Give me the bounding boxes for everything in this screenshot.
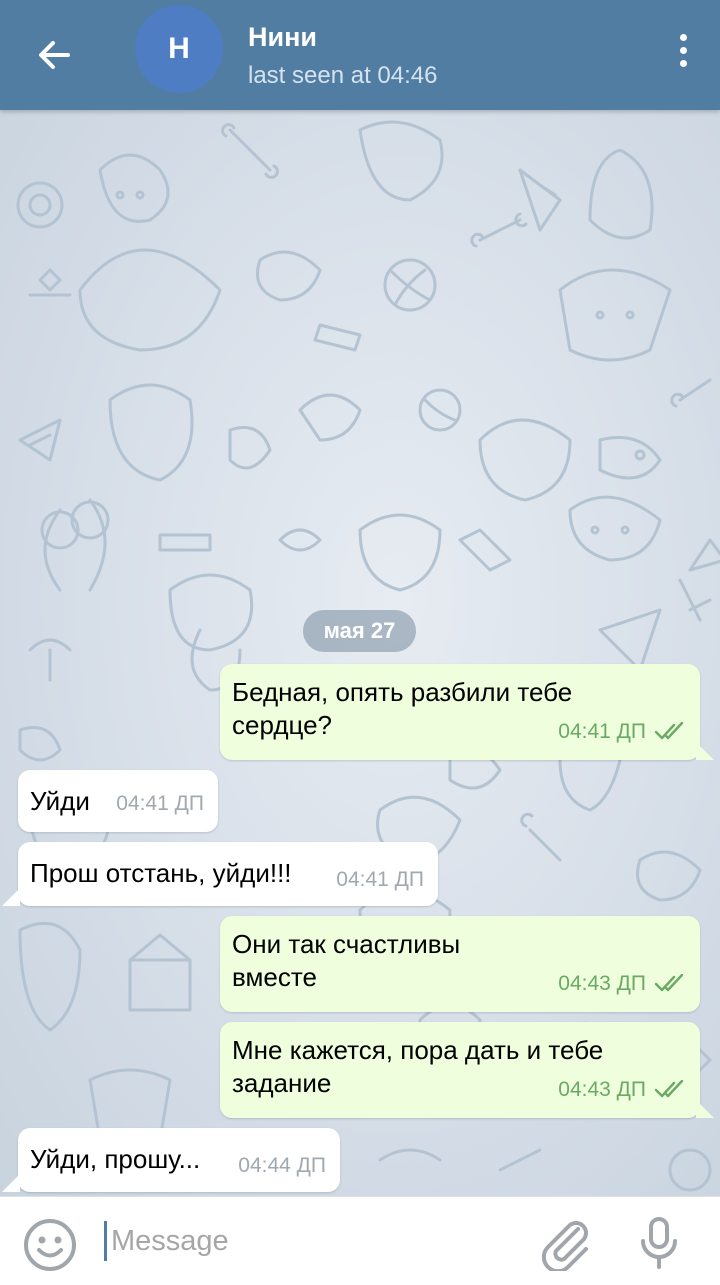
bubble-tail bbox=[2, 1174, 20, 1192]
double-check-icon bbox=[654, 973, 684, 991]
back-button[interactable] bbox=[24, 25, 84, 85]
message-meta: 04:41 ДП bbox=[558, 715, 686, 748]
message-time: 04:43 ДП bbox=[558, 972, 646, 995]
message-time: 04:41 ДП bbox=[116, 792, 204, 815]
message-time: 04:41 ДП bbox=[558, 720, 646, 743]
double-check-icon bbox=[654, 721, 684, 739]
bubble-tail bbox=[696, 742, 714, 760]
message-time: 04:41 ДП bbox=[336, 868, 424, 891]
date-separator: мая 27 bbox=[303, 610, 416, 652]
emoji-button[interactable] bbox=[22, 1217, 78, 1278]
contact-name[interactable]: Нини bbox=[248, 22, 317, 53]
message-text: Уйди bbox=[30, 786, 90, 816]
attach-button[interactable] bbox=[538, 1215, 594, 1276]
more-vertical-icon bbox=[679, 33, 687, 41]
incoming-message[interactable]: Уйди 04:41 ДП bbox=[18, 770, 218, 832]
bubble-tail bbox=[696, 1100, 714, 1118]
message-meta: 04:43 ДП bbox=[558, 967, 686, 1000]
message-input[interactable] bbox=[104, 1221, 511, 1261]
voice-message-button[interactable] bbox=[636, 1215, 682, 1276]
arrow-left-icon bbox=[39, 41, 70, 69]
message-time: 04:43 ДП bbox=[558, 1078, 646, 1101]
paperclip-icon bbox=[541, 1221, 588, 1274]
message-text: Бедная, опять разбили тебе сердце? bbox=[232, 677, 573, 740]
message-time: 04:44 ДП bbox=[238, 1154, 326, 1177]
outgoing-message[interactable]: Бедная, опять разбили тебе сердце? 04:41… bbox=[220, 664, 700, 760]
message-input-bar bbox=[0, 1196, 720, 1285]
outgoing-message[interactable]: Они так счастливы вместе 04:43 ДП bbox=[220, 916, 700, 1012]
incoming-message[interactable]: Уйди, прошу... 04:44 ДП bbox=[18, 1128, 340, 1192]
message-meta: 04:41 ДП bbox=[116, 787, 204, 820]
message-text: Уйди, прошу... bbox=[30, 1144, 201, 1174]
last-seen-status: last seen at 04:46 bbox=[248, 62, 438, 89]
avatar[interactable]: Н bbox=[135, 5, 223, 93]
incoming-message[interactable]: Прош отстань, уйди!!! 04:41 ДП bbox=[18, 842, 438, 906]
microphone-icon bbox=[641, 1217, 677, 1269]
message-meta: 04:44 ДП bbox=[238, 1149, 326, 1182]
message-meta: 04:41 ДП bbox=[336, 863, 424, 896]
message-text: Прош отстань, уйди!!! bbox=[30, 858, 292, 888]
outgoing-message[interactable]: Мне кажется, пора дать и тебе задание 04… bbox=[220, 1022, 700, 1118]
bubble-tail bbox=[2, 888, 20, 906]
more-options-button[interactable] bbox=[668, 28, 698, 72]
message-text: Мне кажется, пора дать и тебе задание bbox=[232, 1035, 604, 1098]
double-check-icon bbox=[654, 1079, 684, 1097]
chat-area[interactable]: мая 27 Бедная, опять разбили тебе сердце… bbox=[0, 110, 720, 1196]
message-meta: 04:43 ДП bbox=[558, 1073, 686, 1106]
smiley-icon bbox=[24, 1219, 76, 1271]
chat-header: Н Нини last seen at 04:46 bbox=[0, 0, 720, 110]
message-text: Они так счастливы вместе bbox=[232, 929, 461, 992]
